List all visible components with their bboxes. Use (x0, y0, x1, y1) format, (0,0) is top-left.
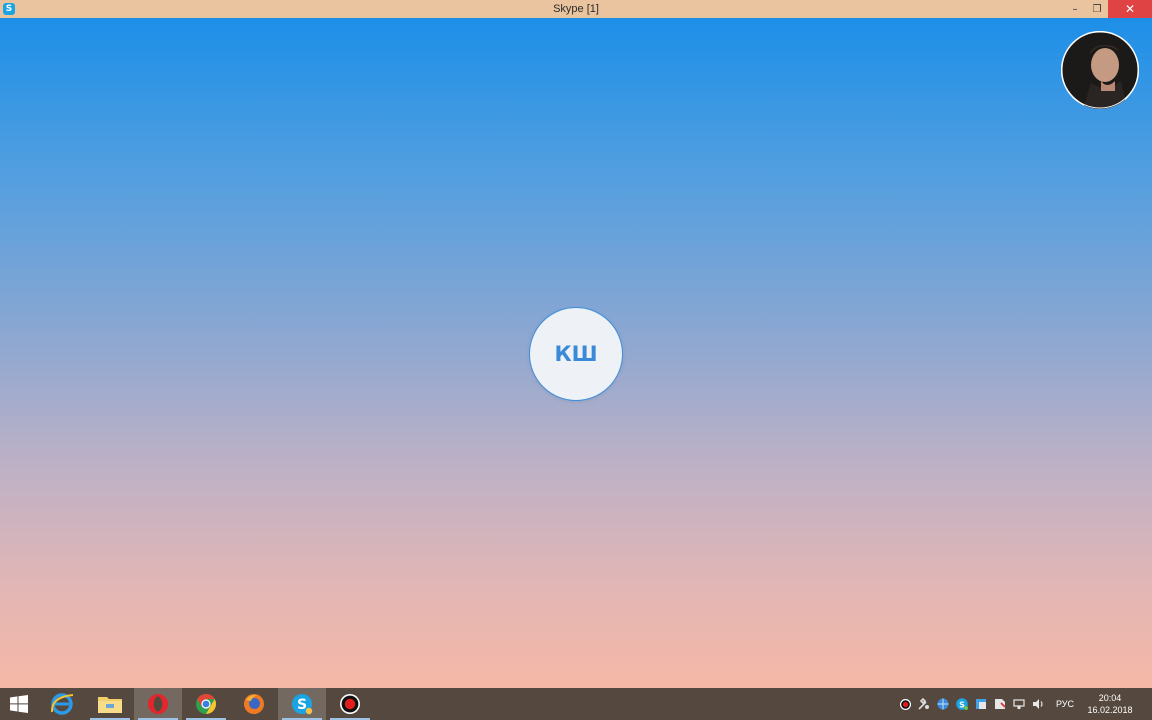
input-language-indicator[interactable]: РУС (1056, 699, 1074, 709)
windows-start-icon (10, 695, 28, 713)
taskbar-file-explorer[interactable] (86, 688, 134, 720)
file-explorer-icon (98, 697, 122, 713)
window-title: Skype [1] (553, 3, 599, 15)
close-button[interactable]: ✕ (1108, 0, 1152, 18)
tray-network-icon[interactable] (1010, 688, 1029, 720)
self-video-image (1061, 31, 1139, 109)
clock-date: 16.02.2018 (1087, 705, 1133, 715)
internet-explorer-icon (50, 693, 74, 715)
skype-icon: S (292, 694, 313, 715)
remote-contact-avatar[interactable]: КШ (529, 307, 623, 401)
tray-action-center-icon[interactable] (991, 688, 1010, 720)
taskbar-skype[interactable]: S (278, 688, 326, 720)
taskbar-recorder[interactable] (326, 688, 374, 720)
call-area[interactable]: КШ (0, 18, 1152, 688)
tray-shield-icon[interactable] (972, 688, 991, 720)
taskbar-chrome[interactable] (182, 688, 230, 720)
tray-record-icon[interactable] (896, 688, 915, 720)
tray-skype-status-icon[interactable]: S (953, 688, 972, 720)
opera-icon (148, 694, 168, 714)
taskbar-opera[interactable] (134, 688, 182, 720)
minimize-button[interactable]: – (1064, 0, 1086, 18)
window-controls: – ❐ ✕ (1064, 0, 1152, 18)
taskbar: S S РУС 20:04 16.02.2018 (0, 688, 1152, 720)
self-video-preview[interactable] (1061, 31, 1139, 109)
skype-app-icon[interactable]: S (3, 3, 15, 15)
remote-contact-initials: КШ (554, 342, 598, 366)
chrome-icon (196, 694, 216, 714)
skype-screen: S Skype [1] – ❐ ✕ КШ S S РУС 20:04 16.02… (0, 0, 1152, 720)
restore-button[interactable]: ❐ (1086, 0, 1108, 18)
taskbar-clock[interactable]: 20:04 16.02.2018 (1082, 692, 1138, 716)
tray-volume-icon[interactable] (1029, 688, 1048, 720)
window-titlebar: S Skype [1] – ❐ ✕ (0, 0, 1152, 18)
taskbar-internet-explorer[interactable] (38, 688, 86, 720)
firefox-icon (244, 694, 264, 714)
clock-time: 20:04 (1098, 693, 1122, 703)
tray-network-globe-icon[interactable] (934, 688, 953, 720)
start-button[interactable] (0, 688, 38, 720)
svg-text:S: S (297, 697, 307, 713)
system-tray: S РУС 20:04 16.02.2018 (896, 688, 1152, 720)
taskbar-firefox[interactable] (230, 688, 278, 720)
tray-tools-icon[interactable] (915, 688, 934, 720)
record-icon (340, 694, 360, 714)
